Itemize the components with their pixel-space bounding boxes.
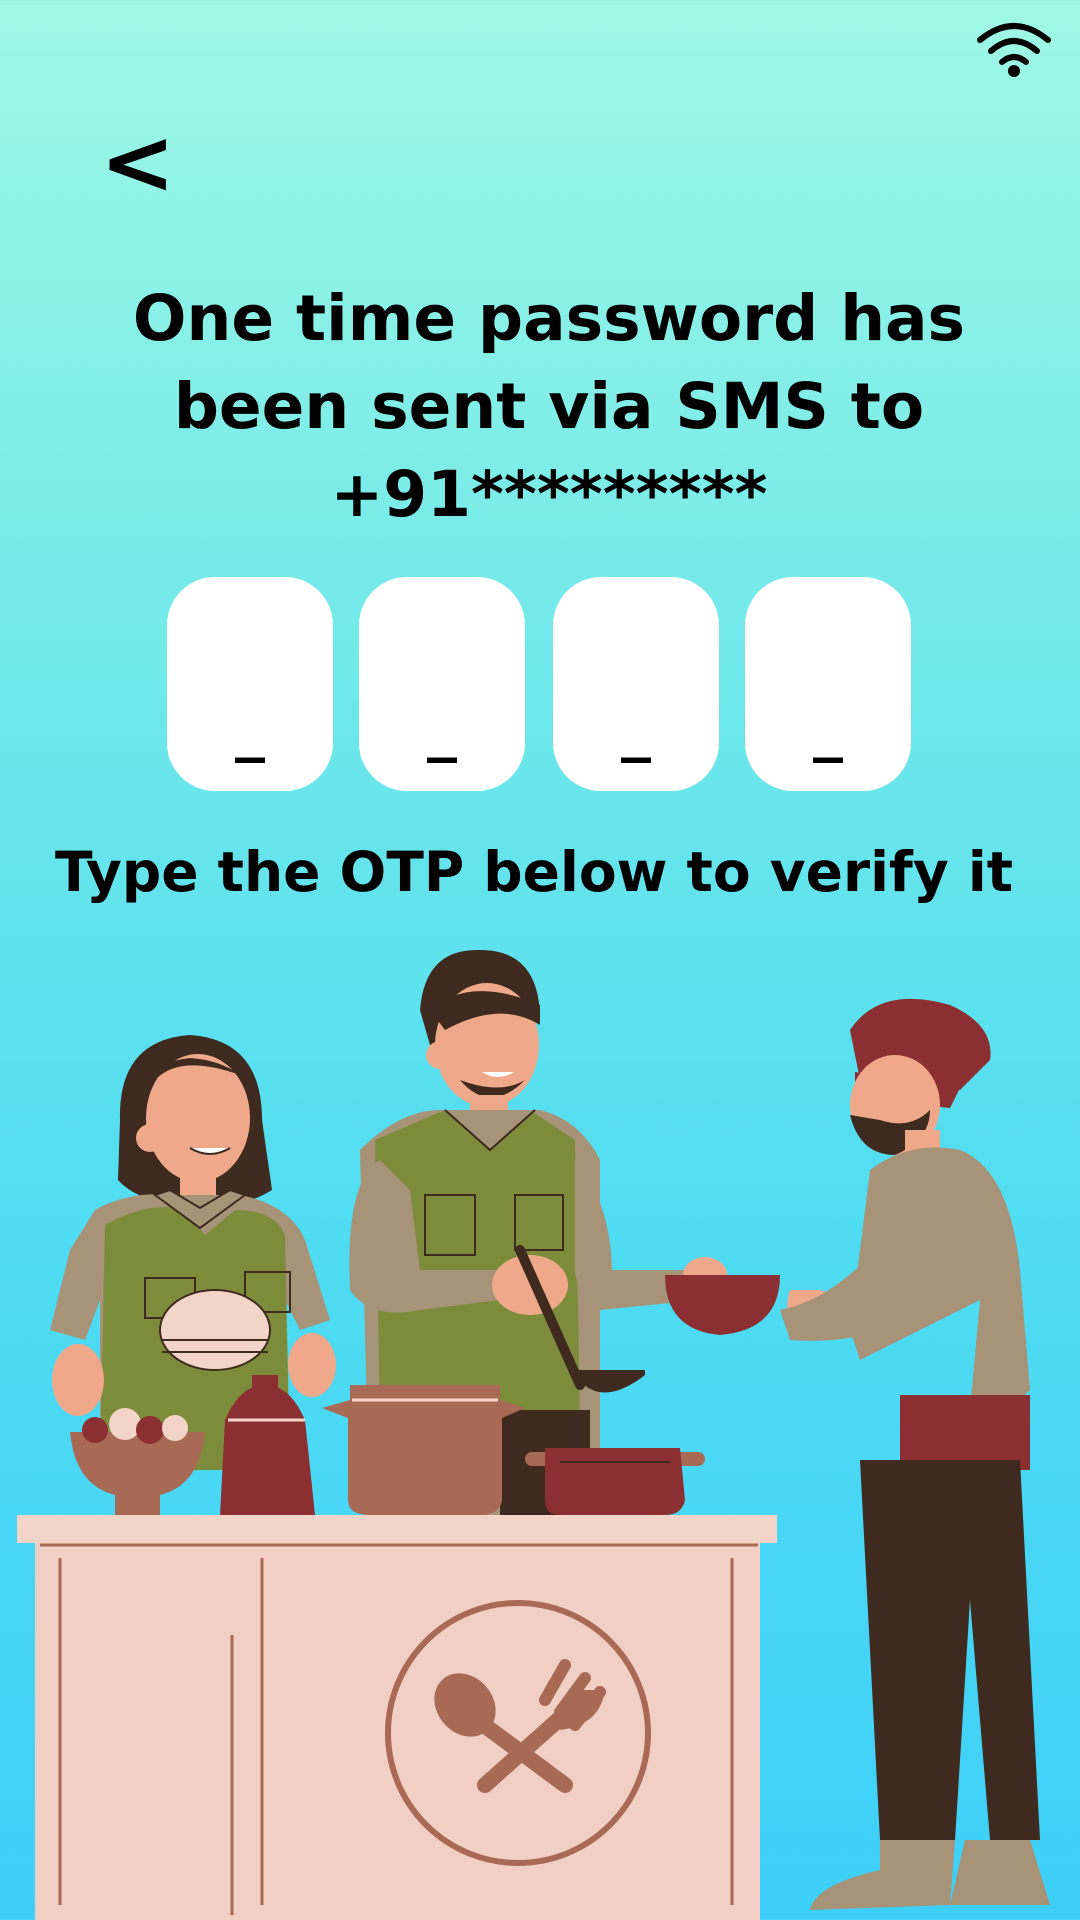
otp-digit-4-value: _ [813, 694, 843, 764]
otp-digit-4[interactable]: _ [745, 577, 911, 791]
volunteers-serving-food-illustration [17, 949, 1050, 1920]
title-line-3: +91********* [330, 458, 768, 531]
title-line-2: been sent via SMS to [173, 370, 925, 443]
otp-hint-text: Type the OTP below to verify it [55, 840, 1013, 904]
title-line-1: One time password has [132, 282, 966, 355]
page-title: One time password has been sent via SMS … [0, 275, 1080, 539]
otp-digit-1-value: _ [235, 694, 265, 764]
otp-digit-3[interactable]: _ [553, 577, 719, 791]
back-button[interactable]: < [100, 118, 180, 208]
wifi-icon [977, 23, 1051, 77]
otp-digit-2-value: _ [427, 694, 457, 764]
otp-digit-3-value: _ [621, 694, 651, 764]
otp-input-group: _ _ _ _ [167, 577, 911, 791]
otp-digit-2[interactable]: _ [359, 577, 525, 791]
otp-digit-1[interactable]: _ [167, 577, 333, 791]
serving-counter [17, 1515, 777, 1920]
